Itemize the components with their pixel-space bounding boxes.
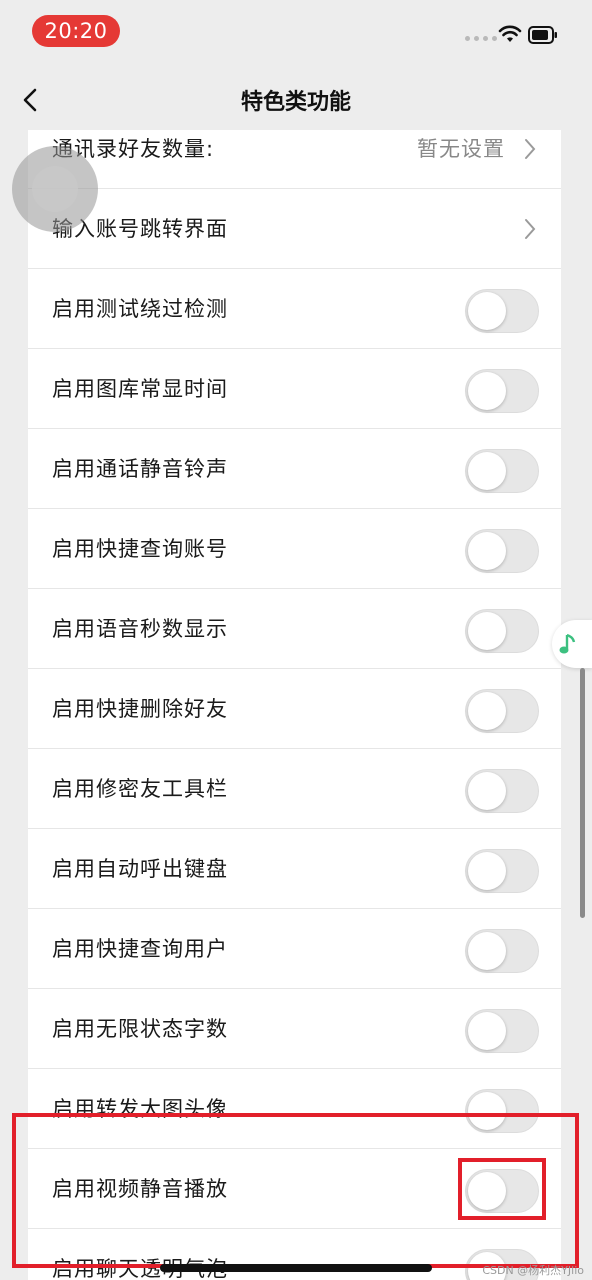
setting-label: 启用快捷删除好友 (52, 697, 228, 721)
setting-label: 启用通话静音铃声 (52, 457, 228, 481)
toggle-switch[interactable] (465, 689, 539, 733)
watermark: CSDN @杨利杰YJlio (482, 1264, 584, 1277)
chevron-right-icon (525, 139, 536, 159)
setting-row: 启用测试绕过检测 (28, 269, 561, 349)
chevron-right-icon (525, 219, 536, 239)
music-note-icon (559, 633, 576, 654)
toggle-switch[interactable] (465, 609, 539, 653)
toggle-switch[interactable] (465, 529, 539, 573)
setting-label: 启用无限状态字数 (52, 1017, 228, 1041)
battery-icon (528, 26, 557, 44)
setting-row: 启用语音秒数显示 (28, 589, 561, 669)
setting-label: 启用图库常显时间 (52, 377, 228, 401)
setting-row: 启用无限状态字数 (28, 989, 561, 1069)
setting-label: 启用自动呼出键盘 (52, 857, 228, 881)
setting-row-contact-count[interactable]: 通讯录好友数量: 暂无设置 (28, 130, 561, 189)
setting-row: 启用修密友工具栏 (28, 749, 561, 829)
setting-row-jump-account[interactable]: 输入账号跳转界面 (28, 189, 561, 269)
assistive-touch-button[interactable] (12, 146, 98, 232)
setting-label: 启用测试绕过检测 (52, 297, 228, 321)
cellular-signal-icon (465, 36, 497, 41)
nav-bar: 特色类功能 (0, 70, 592, 130)
toggle-switch[interactable] (465, 929, 539, 973)
music-side-tab[interactable] (552, 620, 592, 668)
screen: 20:20 特色类功能 通讯录好友数量: 暂无设置 输入账号跳转界面 启用测试绕… (0, 0, 592, 1280)
page-title: 特色类功能 (240, 90, 351, 115)
toggle-switch[interactable] (465, 1009, 539, 1053)
settings-list: 通讯录好友数量: 暂无设置 输入账号跳转界面 启用测试绕过检测 启用图库常显时间… (28, 130, 561, 1280)
toggle-switch[interactable] (465, 289, 539, 333)
toggle-switch[interactable] (465, 849, 539, 893)
setting-label: 启用快捷查询用户 (52, 937, 228, 961)
setting-row: 启用通话静音铃声 (28, 429, 561, 509)
setting-row: 启用自动呼出键盘 (28, 829, 561, 909)
setting-row: 启用快捷查询用户 (28, 909, 561, 989)
setting-label: 启用快捷查询账号 (52, 537, 228, 561)
wifi-icon (498, 25, 522, 42)
setting-value: 暂无设置 (417, 137, 505, 161)
highlight-toggle-annotation (458, 1158, 546, 1220)
status-time: 20:20 (32, 15, 120, 47)
toggle-switch[interactable] (465, 369, 539, 413)
status-bar: 20:20 (0, 0, 592, 62)
setting-label: 启用修密友工具栏 (52, 777, 228, 801)
home-indicator[interactable] (160, 1264, 432, 1272)
toggle-switch[interactable] (465, 449, 539, 493)
setting-row: 启用快捷查询账号 (28, 509, 561, 589)
setting-row: 启用快捷删除好友 (28, 669, 561, 749)
setting-label: 启用语音秒数显示 (52, 617, 228, 641)
scrollbar[interactable] (580, 668, 585, 918)
toggle-switch[interactable] (465, 769, 539, 813)
setting-row: 启用图库常显时间 (28, 349, 561, 429)
